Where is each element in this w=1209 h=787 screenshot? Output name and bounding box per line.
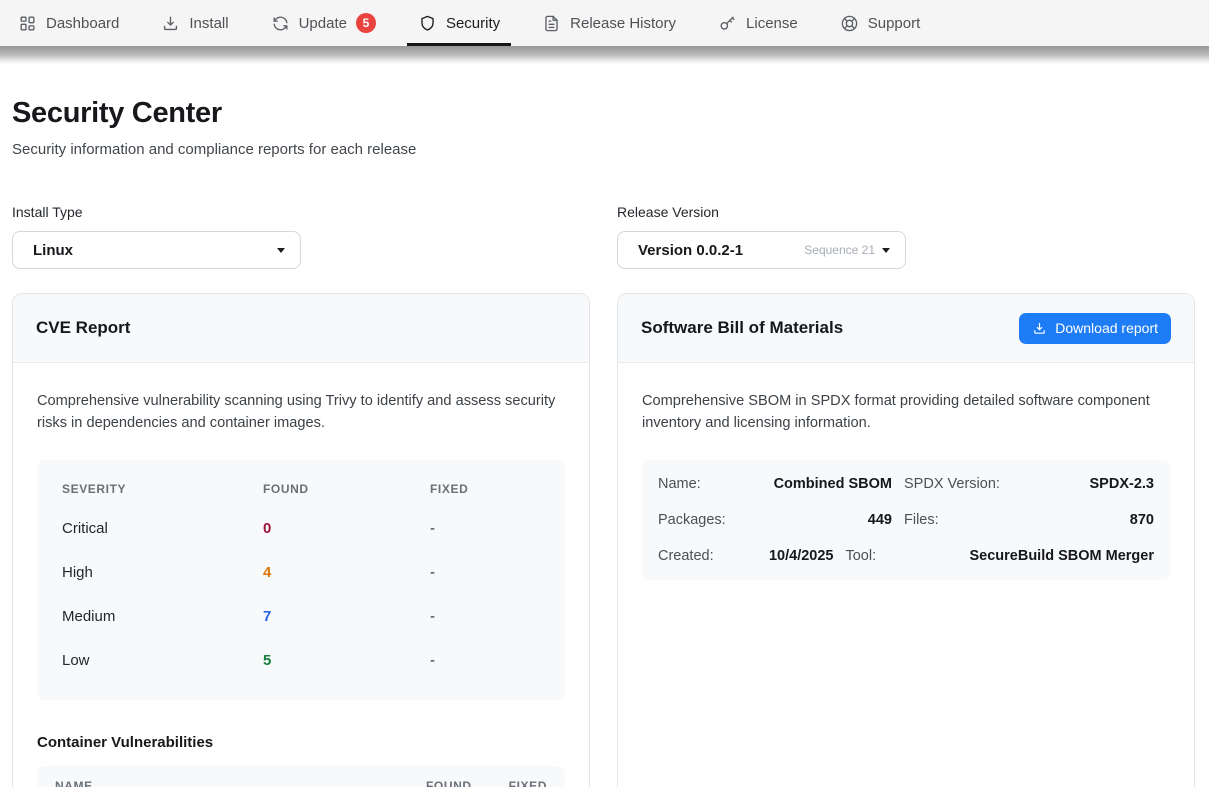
nav-item-license[interactable]: License bbox=[718, 0, 798, 46]
nav-item-update[interactable]: Update 5 bbox=[271, 0, 376, 46]
chevron-down-icon bbox=[882, 248, 890, 253]
nav-shadow-band bbox=[0, 46, 1209, 65]
sbom-tool-label: Tool: bbox=[845, 548, 957, 564]
nav-label: Release History bbox=[570, 15, 676, 32]
container-vulnerabilities-title: Container Vulnerabilities bbox=[37, 734, 565, 751]
nav-label: Security bbox=[446, 15, 500, 32]
col-found: FOUND bbox=[263, 482, 430, 496]
severity-name: Critical bbox=[62, 520, 263, 537]
sbom-created-value: 10/4/2025 bbox=[766, 548, 833, 564]
fixed-count: - bbox=[430, 564, 540, 581]
sbom-details-table: Name: Combined SBOM SPDX Version: SPDX-2… bbox=[642, 460, 1170, 580]
chevron-down-icon bbox=[277, 248, 285, 253]
nav-label: Update bbox=[299, 15, 347, 32]
col-fixed: FIXED bbox=[430, 482, 540, 496]
cve-report-card: CVE Report Comprehensive vulnerability s… bbox=[12, 293, 590, 787]
nav-label: License bbox=[746, 15, 798, 32]
sbom-name-label: Name: bbox=[658, 476, 754, 492]
severity-table-header: SEVERITY FOUND FIXED bbox=[62, 472, 540, 506]
nav-item-dashboard[interactable]: Dashboard bbox=[18, 0, 119, 46]
nav-label: Dashboard bbox=[46, 15, 119, 32]
refresh-icon bbox=[271, 14, 290, 33]
found-count: 5 bbox=[263, 652, 430, 669]
nav-item-support[interactable]: Support bbox=[840, 0, 921, 46]
top-navigation: Dashboard Install Update 5 Security Rele… bbox=[0, 0, 1209, 46]
sbom-card-title: Software Bill of Materials bbox=[641, 318, 843, 338]
release-version-select[interactable]: Version 0.0.2-1 Sequence 21 bbox=[617, 231, 906, 269]
sbom-description: Comprehensive SBOM in SPDX format provid… bbox=[642, 391, 1170, 434]
release-version-value: Version 0.0.2-1 bbox=[638, 242, 743, 259]
release-version-label: Release Version bbox=[617, 204, 1195, 220]
nav-item-security[interactable]: Security bbox=[418, 0, 500, 46]
col-name: NAME bbox=[55, 779, 426, 787]
filters-row: Install Type Linux Release Version Versi… bbox=[12, 204, 1195, 269]
cve-card-header: CVE Report bbox=[13, 294, 589, 363]
sbom-card-body: Comprehensive SBOM in SPDX format provid… bbox=[618, 363, 1194, 608]
install-type-select[interactable]: Linux bbox=[12, 231, 301, 269]
severity-table: SEVERITY FOUND FIXED Critical 0 - High 4… bbox=[37, 460, 565, 700]
table-row: Critical 0 - bbox=[62, 506, 540, 550]
cve-card-title: CVE Report bbox=[36, 318, 130, 338]
table-row: Low 5 - bbox=[62, 638, 540, 682]
document-icon bbox=[542, 14, 561, 33]
table-row: Medium 7 - bbox=[62, 594, 540, 638]
update-count-badge: 5 bbox=[356, 13, 376, 33]
nav-label: Support bbox=[868, 15, 921, 32]
page-subtitle: Security information and compliance repo… bbox=[12, 141, 1195, 158]
security-center-page: Security Center Security information and… bbox=[0, 65, 1209, 787]
cve-description: Comprehensive vulnerability scanning usi… bbox=[37, 391, 565, 434]
table-row: High 4 - bbox=[62, 550, 540, 594]
sbom-card: Software Bill of Materials Download repo… bbox=[617, 293, 1195, 787]
fixed-count: - bbox=[430, 652, 540, 669]
sbom-name-value: Combined SBOM bbox=[766, 476, 892, 492]
sbom-created-label: Created: bbox=[658, 548, 754, 564]
lifebuoy-icon bbox=[840, 14, 859, 33]
sequence-label: Sequence 21 bbox=[804, 243, 875, 257]
col-found: FOUND bbox=[426, 779, 472, 787]
cve-card-body: Comprehensive vulnerability scanning usi… bbox=[13, 363, 589, 787]
sbom-packages-label: Packages: bbox=[658, 512, 754, 528]
fixed-count: - bbox=[430, 520, 540, 537]
sbom-tool-value: SecureBuild SBOM Merger bbox=[969, 548, 1154, 564]
found-count: 7 bbox=[263, 608, 430, 625]
install-type-label: Install Type bbox=[12, 204, 590, 220]
found-count: 4 bbox=[263, 564, 430, 581]
table-row: Packages: 449 Files: 870 bbox=[658, 502, 1154, 538]
container-vulnerabilities-table-header: NAME FOUND FIXED bbox=[37, 766, 565, 787]
severity-name: Low bbox=[62, 652, 263, 669]
dashboard-grid-icon bbox=[18, 14, 37, 33]
table-row: Name: Combined SBOM SPDX Version: SPDX-2… bbox=[658, 466, 1154, 502]
download-icon bbox=[161, 14, 180, 33]
page-title: Security Center bbox=[12, 97, 1195, 130]
nav-item-release-history[interactable]: Release History bbox=[542, 0, 676, 46]
sbom-spdx-version-label: SPDX Version: bbox=[904, 476, 1016, 492]
install-type-filter: Install Type Linux bbox=[12, 204, 590, 269]
report-cards: CVE Report Comprehensive vulnerability s… bbox=[12, 293, 1195, 787]
sbom-files-value: 870 bbox=[1028, 512, 1154, 528]
sbom-packages-value: 449 bbox=[766, 512, 892, 528]
key-icon bbox=[718, 14, 737, 33]
nav-label: Install bbox=[189, 15, 228, 32]
fixed-count: - bbox=[430, 608, 540, 625]
severity-name: Medium bbox=[62, 608, 263, 625]
nav-item-install[interactable]: Install bbox=[161, 0, 228, 46]
download-icon bbox=[1032, 321, 1047, 336]
sbom-spdx-version-value: SPDX-2.3 bbox=[1028, 476, 1154, 492]
download-report-button[interactable]: Download report bbox=[1019, 313, 1171, 344]
install-type-value: Linux bbox=[33, 242, 73, 259]
found-count: 0 bbox=[263, 520, 430, 537]
sbom-files-label: Files: bbox=[904, 512, 1016, 528]
col-severity: SEVERITY bbox=[62, 482, 263, 496]
table-row: Created: 10/4/2025 Tool: SecureBuild SBO… bbox=[658, 538, 1154, 574]
severity-name: High bbox=[62, 564, 263, 581]
col-fixed: FIXED bbox=[509, 779, 547, 787]
shield-icon bbox=[418, 14, 437, 33]
download-report-label: Download report bbox=[1055, 320, 1158, 336]
sbom-card-header: Software Bill of Materials Download repo… bbox=[618, 294, 1194, 363]
release-version-filter: Release Version Version 0.0.2-1 Sequence… bbox=[617, 204, 1195, 269]
